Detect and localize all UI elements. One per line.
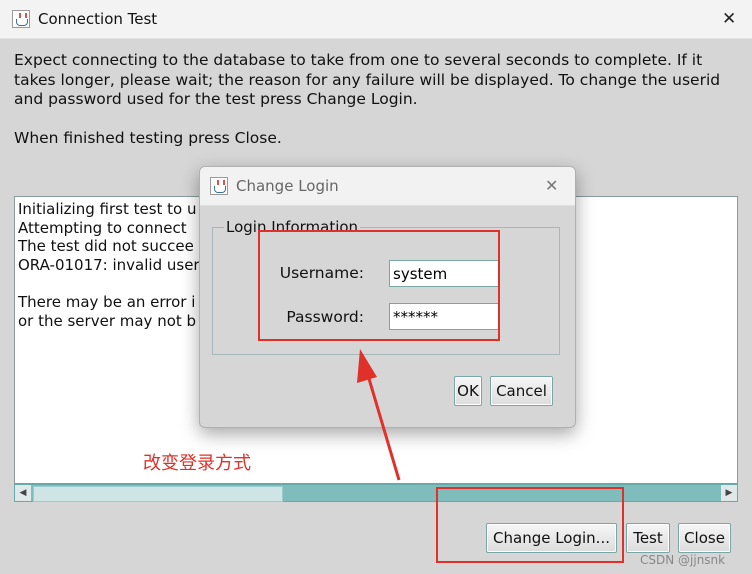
horizontal-scrollbar[interactable]: ◀ ▶ xyxy=(14,484,738,502)
cancel-button[interactable]: Cancel xyxy=(490,376,553,406)
close-button[interactable]: Close xyxy=(678,523,731,553)
instructions-line: takes longer, please wait; the reason fo… xyxy=(14,70,721,89)
dialog-titlebar: Change Login ✕ xyxy=(200,167,575,206)
window-titlebar: Connection Test ✕ xyxy=(0,0,752,39)
annotation-box-credentials xyxy=(258,230,500,341)
instructions-line: Expect connecting to the database to tak… xyxy=(14,51,703,69)
annotation-label: 改变登录方式 xyxy=(143,453,251,474)
ok-button[interactable]: OK xyxy=(454,376,482,406)
java-app-icon xyxy=(12,10,30,28)
test-button[interactable]: Test xyxy=(626,523,670,553)
scroll-left-arrow-icon[interactable]: ◀ xyxy=(15,485,31,501)
instructions-line: and password used for the test press Cha… xyxy=(14,90,418,108)
scrollbar-thumb[interactable] xyxy=(33,486,283,502)
java-app-icon xyxy=(210,177,228,195)
window-title: Connection Test xyxy=(38,10,158,28)
dialog-title: Change Login xyxy=(236,177,339,195)
scroll-right-arrow-icon[interactable]: ▶ xyxy=(721,485,737,501)
annotation-box-change-login xyxy=(436,487,624,563)
dialog-close-button[interactable]: ✕ xyxy=(545,176,558,195)
window-close-button[interactable]: ✕ xyxy=(722,9,736,29)
instructions-text: Expect connecting to the database to tak… xyxy=(14,51,744,148)
instructions-line: When finished testing press Close. xyxy=(14,128,282,147)
watermark: CSDN @jjnsnk xyxy=(640,553,726,567)
